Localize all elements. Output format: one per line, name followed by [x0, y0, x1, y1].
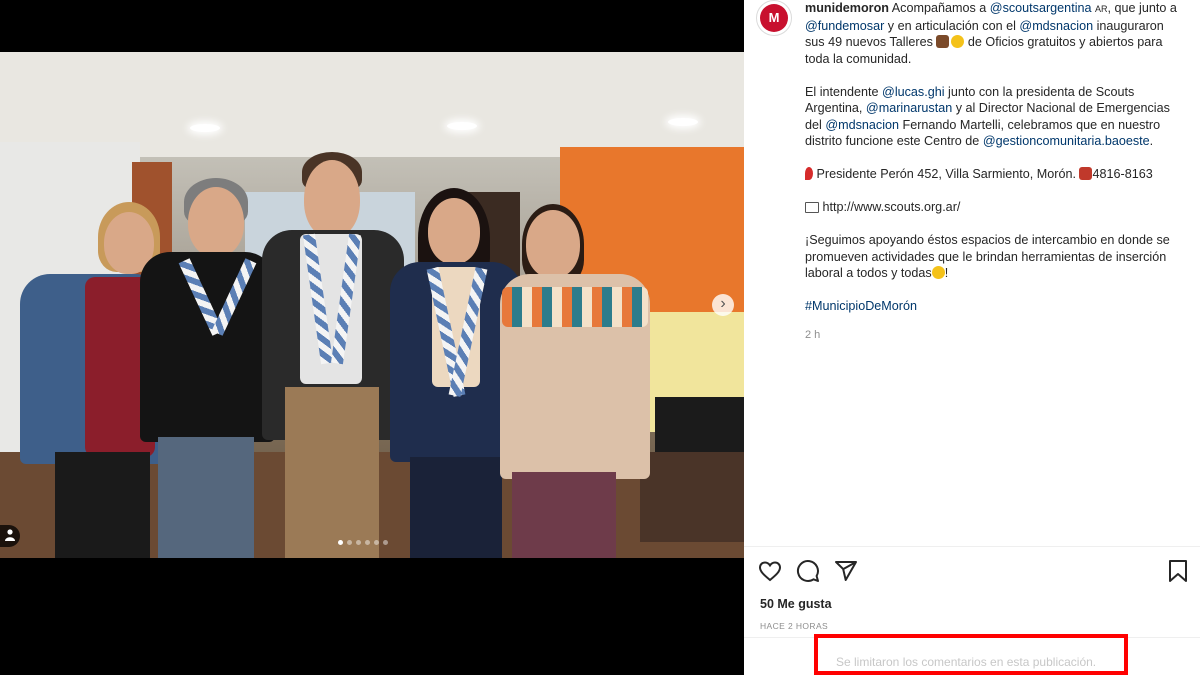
post-sidebar: M munidemoron Acompañamos a @scoutsargen…	[744, 0, 1200, 675]
share-button[interactable]	[834, 559, 858, 583]
caption-text-part: ¡Seguimos apoyando éstos espacios de int…	[805, 233, 1170, 280]
caption-area: M munidemoron Acompañamos a @scoutsargen…	[744, 0, 1200, 546]
ceiling-light	[447, 122, 477, 130]
mention-link[interactable]: @marinarustan	[866, 101, 952, 115]
caption-text-part: y en articulación con el	[884, 18, 1020, 33]
divider	[744, 546, 1200, 547]
phone-text: 4816-8163	[1092, 167, 1153, 181]
bookmark-icon	[1169, 560, 1187, 582]
like-button[interactable]	[758, 559, 782, 583]
mention-link[interactable]: @lucas.ghi	[882, 85, 945, 99]
mention-link[interactable]: @mdsnacion	[825, 118, 899, 132]
carousel-dot	[365, 540, 370, 545]
pin-icon	[805, 167, 813, 180]
ceiling-light	[190, 124, 220, 132]
person-icon	[5, 529, 15, 541]
carousel-dot	[383, 540, 388, 545]
phone-icon	[1079, 167, 1093, 180]
hashtag-link[interactable]: #MunicipioDeMorón	[805, 299, 917, 313]
caption-text-part: Acompañamos a	[891, 1, 990, 15]
caption-text: munidemoron Acompañamos a @scoutsargenti…	[805, 0, 1185, 331]
next-slide-button[interactable]: ›	[712, 294, 734, 316]
caption-text-part: , que junto a	[1107, 1, 1177, 15]
printer	[655, 397, 744, 457]
mention-link[interactable]: @gestioncomunitaria.baoeste	[983, 134, 1150, 148]
avatar-logo: M	[768, 10, 780, 25]
ceiling-light	[668, 118, 698, 126]
carousel-dot	[338, 540, 343, 545]
like-count[interactable]: 50 Me gusta	[760, 597, 832, 611]
thinking-face-emoji-icon	[951, 35, 965, 48]
caption-time[interactable]: 2 h	[805, 329, 820, 341]
desk	[640, 452, 744, 542]
save-button[interactable]	[1166, 559, 1190, 583]
url-text: http://www.scouts.org.ar/	[819, 200, 961, 214]
caption-text-part: !	[944, 266, 949, 280]
send-icon	[835, 561, 857, 581]
instagram-post-view: › M munidemoron Acompañamos a @scoutsarg…	[0, 0, 1200, 675]
username-link[interactable]: munidemoron	[805, 1, 889, 15]
post-timestamp: HACE 2 HORAS	[760, 621, 829, 631]
mention-link[interactable]: @scoutsargentina	[990, 1, 1092, 15]
carousel-indicator	[338, 540, 388, 545]
comment-button[interactable]	[796, 559, 820, 583]
action-bar	[758, 559, 1190, 583]
heart-icon	[758, 561, 782, 582]
carousel-dot	[356, 540, 361, 545]
emotional-face-emoji-icon	[931, 266, 945, 279]
media-panel: ›	[0, 0, 744, 675]
post-photo[interactable]: ›	[0, 52, 744, 558]
mention-link[interactable]: @mdsnacion	[1019, 19, 1093, 33]
avatar[interactable]: M	[756, 0, 792, 36]
briefcase-emoji-icon	[936, 35, 950, 48]
mention-link[interactable]: @fundemosar	[805, 19, 884, 33]
comment-icon	[797, 560, 819, 582]
caption-text-part: .	[1149, 134, 1154, 148]
caption-text-part: El intendente	[805, 84, 883, 99]
comments-limited-notice: Se limitaron los comentarios en esta pub…	[836, 655, 1097, 669]
carousel-dot	[347, 540, 352, 545]
carousel-dot	[374, 540, 379, 545]
address-text: Presidente Perón 452, Villa Sarmiento, M…	[813, 167, 1080, 181]
computer-icon	[805, 202, 819, 213]
ar-flag-text: AR	[1095, 4, 1108, 14]
